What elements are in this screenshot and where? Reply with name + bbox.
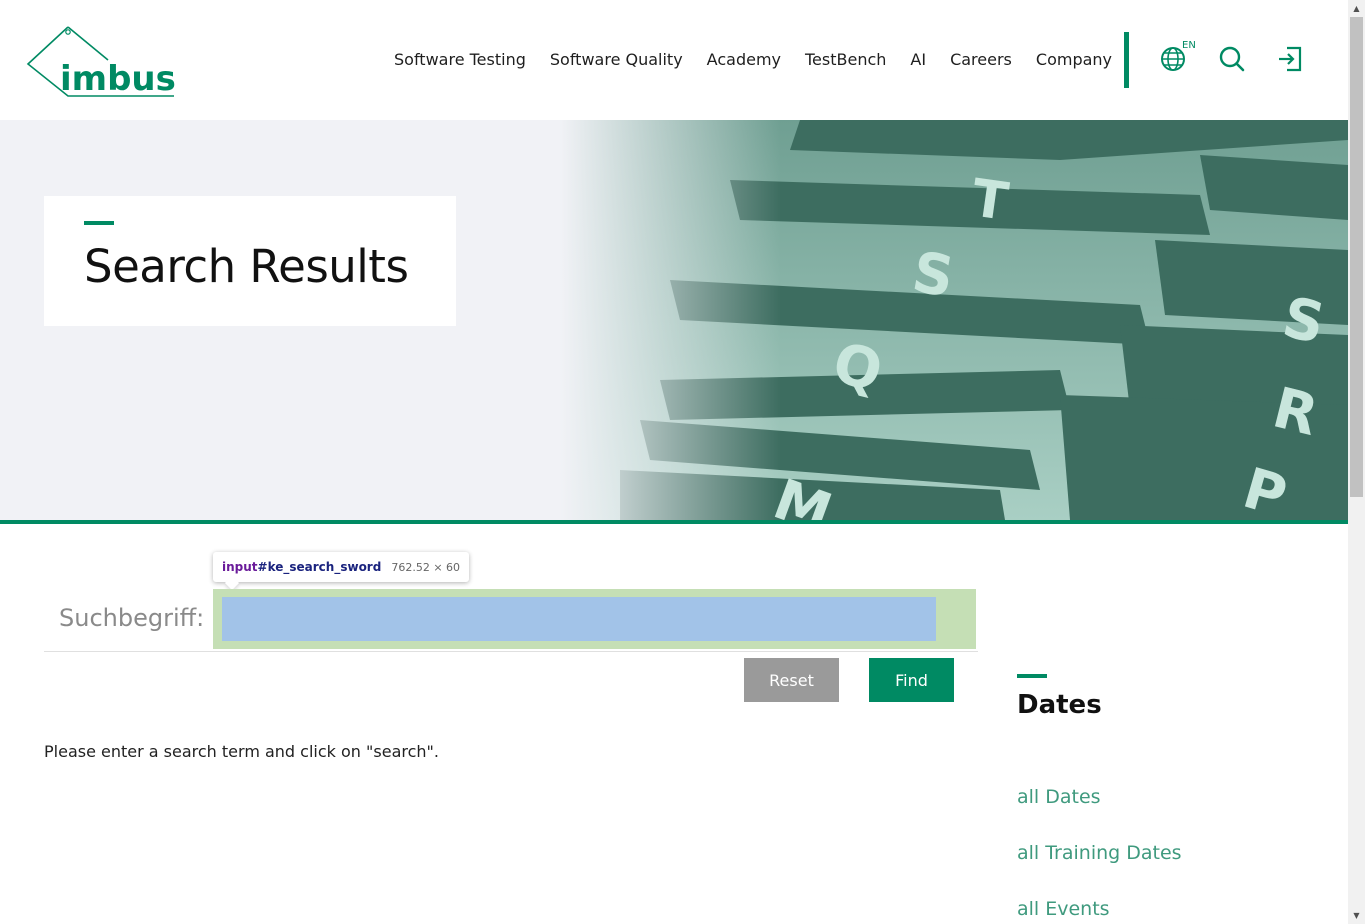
search-hint: Please enter a search term and click on … xyxy=(44,742,439,761)
nav-item-academy[interactable]: Academy xyxy=(707,48,781,72)
nav-item-software-quality[interactable]: Software Quality xyxy=(550,48,683,72)
nav-item-testbench[interactable]: TestBench xyxy=(805,48,886,72)
sidebar-link-training-dates[interactable]: all Training Dates xyxy=(1017,842,1182,864)
scroll-down-icon[interactable]: ▼ xyxy=(1348,907,1365,924)
nav-divider xyxy=(1124,32,1129,88)
imbus-logo[interactable]: imbus xyxy=(26,24,178,100)
page-title: Search Results xyxy=(84,240,409,293)
nav-item-careers[interactable]: Careers xyxy=(950,48,1012,72)
sidebar-link-events[interactable]: all Events xyxy=(1017,898,1110,920)
sidebar-accent-bar xyxy=(1017,674,1047,678)
form-divider xyxy=(44,651,978,652)
scroll-up-icon[interactable]: ▲ xyxy=(1348,0,1365,17)
inspector-tooltip: input#ke_search_sword 762.52 × 60 xyxy=(213,552,470,582)
search-input[interactable] xyxy=(222,597,936,641)
nav-item-ai[interactable]: AI xyxy=(910,48,926,72)
scrollbar-thumb[interactable] xyxy=(1350,17,1363,497)
site-header: imbus Software Testing Software Quality … xyxy=(0,0,1348,120)
nav-item-company[interactable]: Company xyxy=(1036,48,1112,72)
sidebar-title: Dates xyxy=(1017,690,1102,720)
language-label[interactable]: EN xyxy=(1182,40,1196,51)
title-accent-bar xyxy=(84,221,114,225)
login-icon[interactable] xyxy=(1275,44,1305,74)
page-title-box: Search Results xyxy=(44,196,456,326)
search-term-label: Suchbegriff: xyxy=(59,604,205,632)
search-input-highlight xyxy=(213,589,976,649)
reset-button[interactable]: Reset xyxy=(744,658,839,702)
hero-banner: T S S Q R P M Search Results xyxy=(0,120,1348,520)
nav-item-software-testing[interactable]: Software Testing xyxy=(394,48,526,72)
page: imbus Software Testing Software Quality … xyxy=(0,0,1365,924)
svg-text:imbus: imbus xyxy=(60,59,176,99)
sidebar-link-all-dates[interactable]: all Dates xyxy=(1017,786,1101,808)
inspector-selector: input#ke_search_sword xyxy=(222,560,382,574)
file-tabs-image: T S S Q R P M xyxy=(560,120,1348,520)
main-nav: Software Testing Software Quality Academ… xyxy=(394,48,1136,72)
search-icon[interactable] xyxy=(1217,44,1247,74)
logo-diamond-icon: imbus xyxy=(26,26,176,99)
hero-bottom-border xyxy=(0,520,1348,524)
find-button[interactable]: Find xyxy=(869,658,954,702)
inspector-dimensions: 762.52 × 60 xyxy=(391,560,461,574)
page-scrollbar[interactable]: ▲ ▼ xyxy=(1348,0,1365,924)
